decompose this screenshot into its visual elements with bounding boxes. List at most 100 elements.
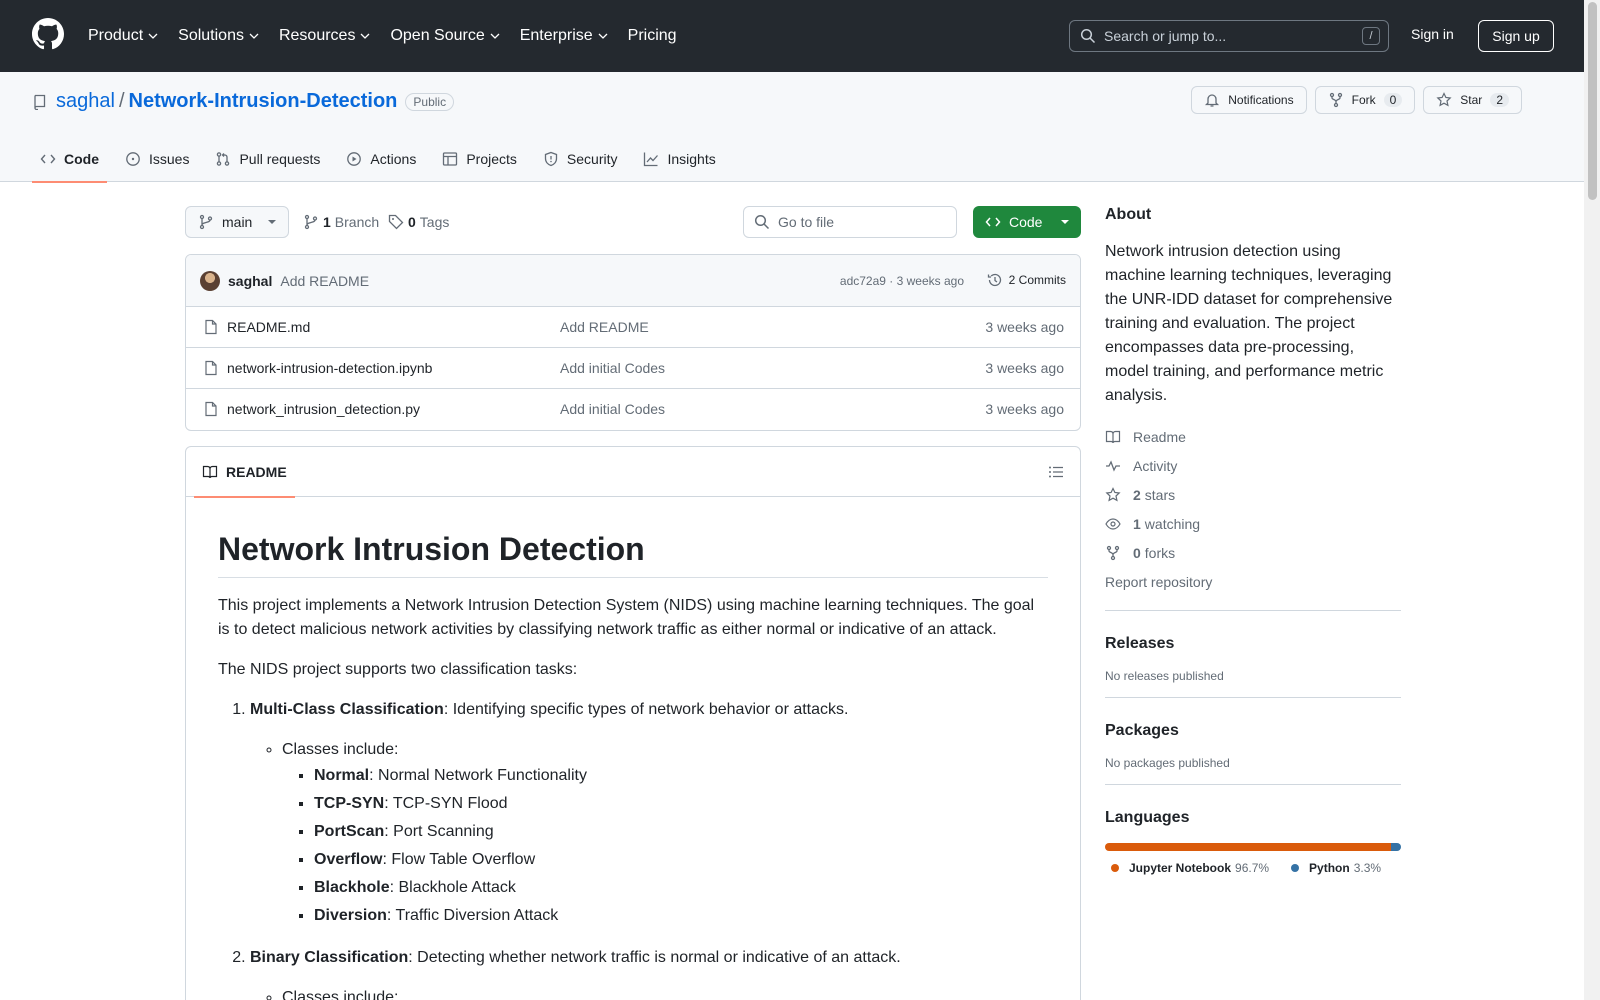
nav-solutions[interactable]: Solutions: [178, 27, 259, 45]
tab-issues[interactable]: Issues: [117, 136, 197, 182]
search-shortcut-key: /: [1362, 27, 1380, 45]
commit-message[interactable]: Add README: [280, 273, 369, 289]
classes-item: Classes include:: [282, 986, 1048, 1000]
star-button[interactable]: Star 2: [1423, 86, 1522, 114]
languages-title: Languages: [1105, 809, 1190, 826]
latest-commit: saghal Add README adc72a9 · 3 weeks ago …: [186, 255, 1080, 307]
issue-icon: [126, 152, 140, 166]
code-dropdown-button[interactable]: Code: [973, 206, 1081, 238]
file-commit-message[interactable]: Add README: [560, 319, 649, 335]
file-name[interactable]: network_intrusion_detection.py: [227, 401, 420, 417]
sign-up-button[interactable]: Sign up: [1478, 20, 1554, 52]
notifications-button[interactable]: Notifications: [1191, 86, 1307, 114]
nav-enterprise[interactable]: Enterprise: [520, 27, 608, 45]
tab-label: Insights: [667, 151, 716, 167]
tab-label: Projects: [466, 151, 517, 167]
star-label: Star: [1460, 93, 1483, 107]
tab-label: Code: [64, 151, 99, 167]
search-icon: [754, 214, 770, 230]
readme-intro: This project implements a Network Intrus…: [218, 597, 1035, 638]
releases-title[interactable]: Releases: [1105, 635, 1401, 653]
history-icon: [987, 273, 1001, 287]
commits-link[interactable]: 2 Commits: [987, 272, 1066, 288]
file-row[interactable]: README.md Add README 3 weeks ago: [186, 307, 1080, 348]
language-name: Python: [1309, 861, 1350, 875]
chevron-down-icon: [360, 33, 370, 39]
activity-link[interactable]: Activity: [1105, 451, 1401, 480]
tab-code[interactable]: Code: [32, 136, 107, 183]
readme-link[interactable]: Readme: [1105, 422, 1401, 451]
language-bar: [1105, 843, 1401, 851]
watching-label: watching: [1144, 515, 1201, 532]
commit-author[interactable]: saghal: [228, 273, 272, 289]
tags-link[interactable]: 0 Tags: [388, 214, 449, 230]
tab-actions[interactable]: Actions: [338, 136, 424, 182]
branch-select-button[interactable]: main: [185, 206, 289, 238]
branch-label: Branch: [334, 214, 380, 230]
file-row[interactable]: network-intrusion-detection.ipynb Add in…: [186, 348, 1080, 389]
fork-button[interactable]: Fork 0: [1314, 86, 1416, 114]
stars-link[interactable]: 2 stars: [1105, 480, 1401, 509]
search-input[interactable]: Search or jump to... /: [1069, 20, 1389, 52]
sign-in-link[interactable]: Sign in: [1411, 26, 1454, 42]
task-title: Binary Classification: [250, 949, 409, 966]
file-commit-message[interactable]: Add initial Codes: [560, 401, 665, 417]
stars-count: 2: [1133, 486, 1141, 503]
branches-link[interactable]: 1 Branch: [303, 214, 379, 230]
classes-list: Classes include:: [250, 986, 1048, 1000]
chevron-down-icon: [490, 33, 500, 39]
file-commit-message[interactable]: Add initial Codes: [560, 360, 665, 376]
repo-owner-link[interactable]: saghal: [56, 90, 115, 113]
repo-name-link[interactable]: Network-Intrusion-Detection: [129, 90, 398, 113]
file-toolbar: main 1 Branch 0 Tags Go to file Code: [185, 206, 1081, 238]
class-desc: : Traffic Diversion Attack: [386, 907, 559, 924]
language-item[interactable]: Python 3.3%: [1291, 861, 1381, 875]
tab-projects[interactable]: Projects: [434, 136, 525, 182]
classes-item: Classes include: Normal: Normal Network …: [282, 738, 1048, 930]
tab-insights[interactable]: Insights: [635, 136, 723, 182]
file-icon: [205, 401, 217, 417]
class-name: TCP-SYN: [314, 795, 385, 812]
book-icon: [1105, 430, 1121, 443]
nav-open-source[interactable]: Open Source: [390, 27, 500, 45]
tab-label: Actions: [370, 151, 417, 167]
list-unordered-icon[interactable]: [1048, 464, 1064, 480]
tab-security[interactable]: Security: [535, 136, 626, 182]
packages-title[interactable]: Packages: [1105, 722, 1401, 740]
go-to-file-input[interactable]: Go to file: [743, 206, 957, 238]
shield-icon: [544, 151, 558, 167]
readme-tab[interactable]: README: [194, 447, 295, 498]
file-name[interactable]: README.md: [227, 319, 310, 335]
class-desc: : Port Scanning: [384, 823, 494, 840]
language-list: Jupyter Notebook 96.7% Python 3.3%: [1105, 861, 1401, 875]
file-name[interactable]: network-intrusion-detection.ipynb: [227, 360, 432, 376]
file-age: 3 weeks ago: [985, 319, 1064, 335]
fork-count: 0: [1383, 93, 1403, 107]
readme-link-label: Readme: [1133, 428, 1186, 445]
nav-product[interactable]: Product: [88, 27, 158, 45]
eye-icon: [1105, 517, 1121, 530]
forks-link[interactable]: 0 forks: [1105, 538, 1401, 567]
language-item[interactable]: Jupyter Notebook 96.7%: [1111, 861, 1269, 875]
classes-include-label: Classes include:: [282, 741, 399, 758]
watching-link[interactable]: 1 watching: [1105, 509, 1401, 538]
chevron-down-icon: [148, 33, 158, 39]
readme-tasks-intro: The NIDS project supports two classifica…: [218, 661, 578, 678]
nav-resources[interactable]: Resources: [279, 27, 370, 45]
nav-pricing[interactable]: Pricing: [628, 27, 677, 45]
avatar[interactable]: [200, 270, 220, 291]
repo-icon: [34, 94, 46, 110]
main-content: main 1 Branch 0 Tags Go to file Code sag…: [185, 206, 1081, 1000]
github-logo-icon[interactable]: [32, 18, 64, 50]
releases-empty: No releases published: [1105, 669, 1224, 683]
task-desc: : Detecting whether network traffic is n…: [408, 949, 901, 966]
class-desc: : Flow Table Overflow: [382, 851, 536, 868]
tab-pull-requests[interactable]: Pull requests: [207, 136, 328, 182]
visibility-badge: Public: [405, 92, 455, 111]
scrollbar-thumb[interactable]: [1588, 2, 1597, 200]
file-row[interactable]: network_intrusion_detection.py Add initi…: [186, 389, 1080, 430]
packages-empty: No packages published: [1105, 756, 1230, 770]
language-bar-segment: [1391, 843, 1401, 851]
commit-hash-time[interactable]: adc72a9 · 3 weeks ago: [840, 274, 964, 288]
report-repository-link[interactable]: Report repository: [1105, 567, 1401, 596]
